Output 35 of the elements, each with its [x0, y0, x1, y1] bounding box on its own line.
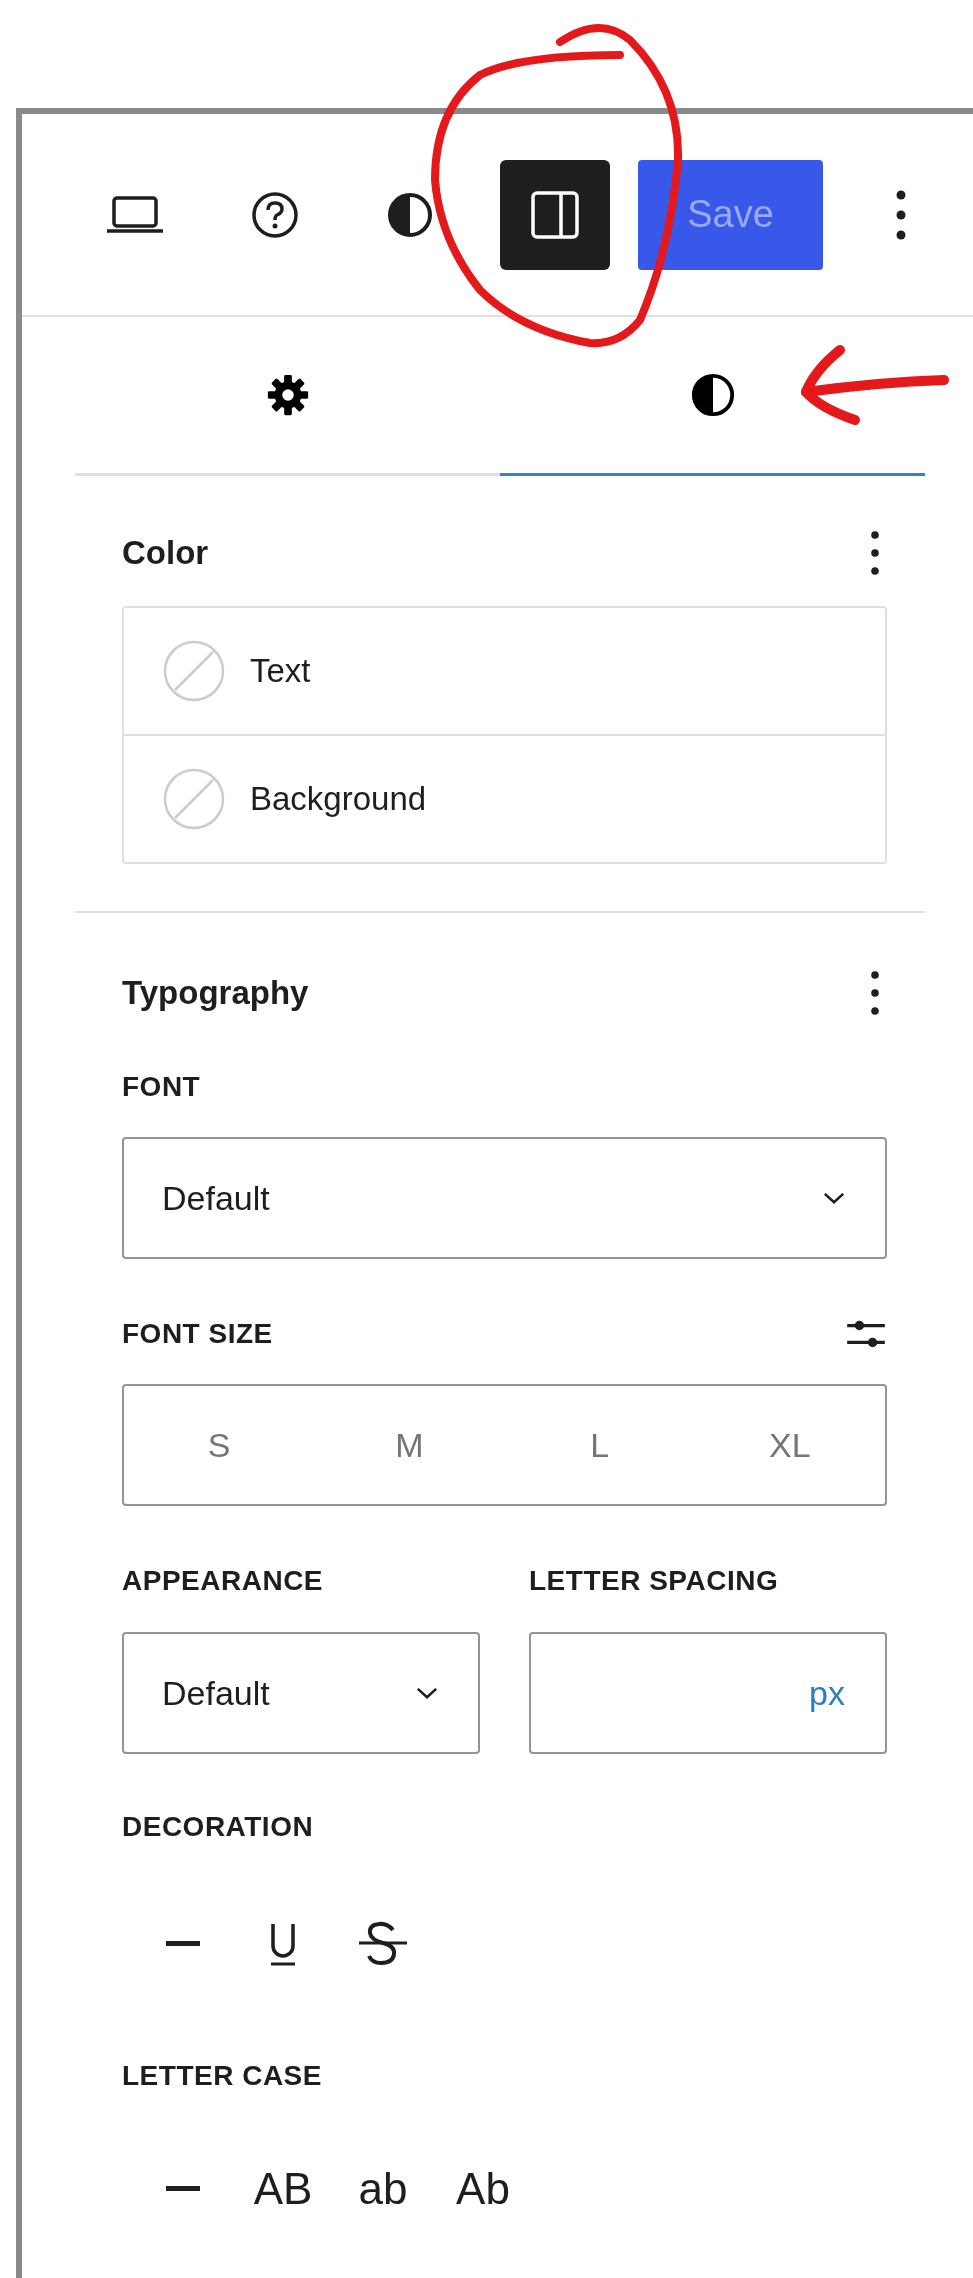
chevron-down-icon [416, 1686, 438, 1700]
no-color-icon [162, 639, 226, 703]
strikethrough-icon [357, 1920, 409, 1968]
field-label: APPEARANCE [122, 1564, 325, 1598]
field-label: LETTER CASE [122, 2059, 323, 2093]
chevron-down-icon [823, 1191, 845, 1205]
dash-icon [166, 1941, 200, 1947]
dash-icon [166, 2186, 200, 2192]
font-size-option[interactable]: S [124, 1386, 315, 1504]
color-option[interactable]: Background [124, 734, 885, 862]
sidebar-toggle-button[interactable] [500, 159, 610, 270]
font-size-option[interactable]: M [314, 1386, 505, 1504]
letter-case-button[interactable]: AB [238, 2149, 328, 2229]
font-select[interactable]: Default [122, 1137, 887, 1259]
font-size-option[interactable]: XL [694, 1386, 885, 1504]
contrast-icon [689, 372, 736, 418]
field-label: LETTER SPACING [529, 1564, 780, 1598]
sliders-icon[interactable] [847, 1318, 885, 1350]
laptop-icon[interactable] [107, 194, 163, 235]
letter-spacing-field[interactable]: px [529, 1632, 887, 1754]
more-options-icon[interactable] [870, 969, 880, 1017]
field-label: DECORATION [122, 1810, 315, 1844]
appearance-select[interactable]: Default [122, 1632, 480, 1754]
field-label: FONT [122, 1070, 202, 1104]
field-label: FONT SIZE [122, 1317, 273, 1351]
section-title: Typography [122, 974, 309, 1012]
no-color-icon [162, 767, 226, 831]
letter-case-button[interactable]: Ab [438, 2149, 528, 2229]
font-size-option[interactable]: L [504, 1386, 695, 1504]
letter-case-button[interactable]: ab [338, 2149, 428, 2229]
contrast-icon[interactable] [386, 190, 434, 239]
help-icon[interactable] [251, 190, 299, 239]
section-title: Color [122, 534, 209, 572]
color-option[interactable]: Text [124, 608, 885, 734]
more-options-icon[interactable] [870, 529, 880, 577]
